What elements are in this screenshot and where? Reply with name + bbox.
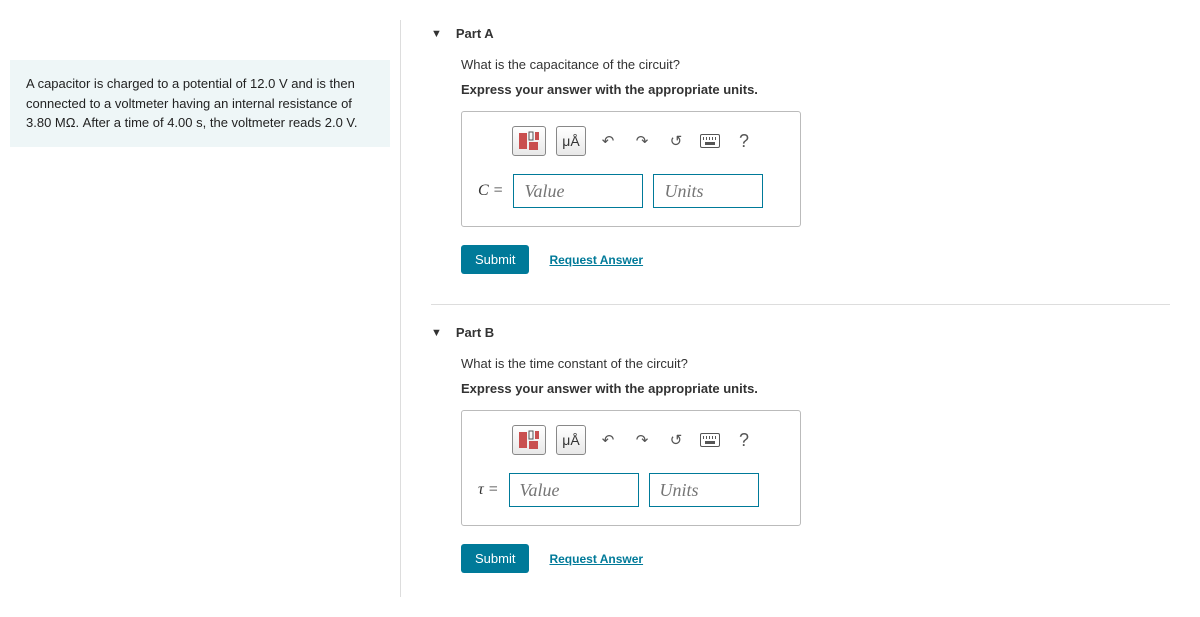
redo-icon[interactable]: ↷ <box>630 126 654 156</box>
part-a-question: What is the capacitance of the circuit? <box>461 57 1170 72</box>
undo-icon[interactable]: ↶ <box>596 425 620 455</box>
templates-icon <box>518 430 540 450</box>
part-b-answer-panel: μÅ ↶ ↷ ↺ ? τ = <box>461 410 801 526</box>
units-input[interactable] <box>653 174 763 208</box>
caret-down-icon: ▼ <box>431 327 442 339</box>
part-b-variable-label: τ = <box>478 481 499 499</box>
part-b-body: What is the time constant of the circuit… <box>431 346 1170 597</box>
submit-button[interactable]: Submit <box>461 245 529 274</box>
part-a-instruction: Express your answer with the appropriate… <box>461 82 1170 97</box>
part-a-title: Part A <box>456 26 494 41</box>
part-b-toolbar: μÅ ↶ ↷ ↺ ? <box>478 425 784 455</box>
part-b-answer-row: τ = <box>478 473 784 507</box>
answer-area: ▼ Part A What is the capacitance of the … <box>400 20 1200 597</box>
request-answer-link[interactable]: Request Answer <box>549 253 643 267</box>
part-b-actions: Submit Request Answer <box>461 544 1170 573</box>
help-icon[interactable]: ? <box>732 425 756 455</box>
part-b-instruction: Express your answer with the appropriate… <box>461 381 1170 396</box>
help-icon[interactable]: ? <box>732 126 756 156</box>
redo-icon[interactable]: ↷ <box>630 425 654 455</box>
part-a-toolbar: μÅ ↶ ↷ ↺ ? <box>478 126 784 156</box>
problem-sidebar: A capacitor is charged to a potential of… <box>0 20 400 597</box>
part-b-title: Part B <box>456 325 494 340</box>
value-input[interactable] <box>513 174 643 208</box>
templates-button[interactable] <box>512 126 546 156</box>
units-input[interactable] <box>649 473 759 507</box>
value-input[interactable] <box>509 473 639 507</box>
part-divider <box>431 304 1170 305</box>
problem-statement: A capacitor is charged to a potential of… <box>10 60 390 147</box>
part-a-answer-panel: μÅ ↶ ↷ ↺ ? C = <box>461 111 801 227</box>
part-a-actions: Submit Request Answer <box>461 245 1170 274</box>
units-button[interactable]: μÅ <box>556 425 586 455</box>
part-b-header[interactable]: ▼ Part B <box>431 319 1170 346</box>
undo-icon[interactable]: ↶ <box>596 126 620 156</box>
reset-icon[interactable]: ↺ <box>664 126 688 156</box>
keyboard-icon[interactable] <box>698 126 722 156</box>
part-a-body: What is the capacitance of the circuit? … <box>431 47 1170 298</box>
request-answer-link[interactable]: Request Answer <box>549 552 643 566</box>
templates-icon <box>518 131 540 151</box>
part-a-header[interactable]: ▼ Part A <box>431 20 1170 47</box>
reset-icon[interactable]: ↺ <box>664 425 688 455</box>
part-a-answer-row: C = <box>478 174 784 208</box>
part-a-variable-label: C = <box>478 182 503 200</box>
keyboard-icon[interactable] <box>698 425 722 455</box>
caret-down-icon: ▼ <box>431 28 442 40</box>
submit-button[interactable]: Submit <box>461 544 529 573</box>
units-button[interactable]: μÅ <box>556 126 586 156</box>
part-b-question: What is the time constant of the circuit… <box>461 356 1170 371</box>
templates-button[interactable] <box>512 425 546 455</box>
